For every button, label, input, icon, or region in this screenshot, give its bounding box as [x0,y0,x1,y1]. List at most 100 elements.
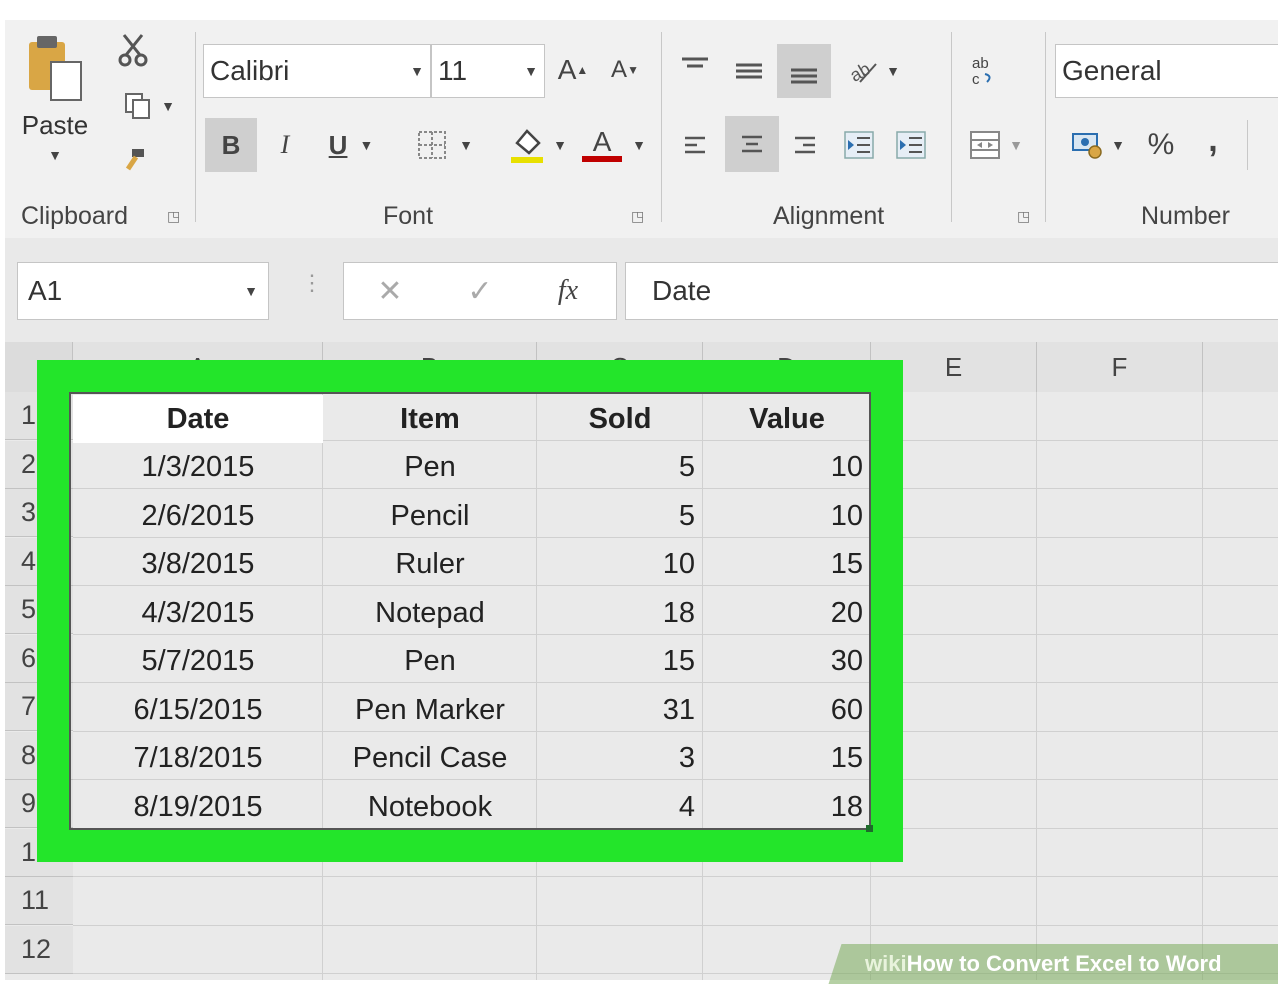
align-right-button[interactable] [783,120,827,170]
gridline [73,876,1278,877]
gridline [73,924,1278,926]
chevron-down-icon: ▼ [1009,137,1023,153]
ribbon-separator [1045,32,1046,222]
alignment-group-label: Alignment [773,202,885,230]
ribbon-separator [195,32,196,222]
borders-button[interactable]: ▼ [407,118,483,172]
font-color-swatch [582,156,623,162]
middle-align-button[interactable] [725,46,773,96]
chevron-down-icon: ▼ [410,63,424,79]
top-align-button[interactable] [673,46,717,90]
underline-button[interactable]: U ▼ [313,118,389,172]
font-dialog-launcher-icon[interactable]: ◳ [631,208,644,225]
align-right-icon [795,136,815,154]
decrease-indent-icon [844,131,874,159]
column-header-f[interactable]: F [1037,342,1203,392]
middle-align-icon [736,63,762,79]
top-align-icon [682,57,708,68]
bottom-align-button[interactable] [777,44,831,98]
ribbon-separator [1247,120,1248,170]
font-name-value: Calibri [210,55,290,86]
bold-icon: B [221,129,241,160]
gridline [1202,392,1203,980]
paste-label: Paste [21,110,89,140]
copy-icon [125,93,151,119]
cut-icon [118,34,148,67]
font-color-button[interactable]: A ▼ [577,118,651,172]
chevron-down-icon: ▼ [632,137,646,153]
insert-function-icon[interactable]: fx [548,269,588,313]
row-header-11[interactable]: 11 [5,877,73,925]
chevron-down-icon: ▼ [524,63,538,79]
ribbon: Paste ▼ ▼ Clipboard ◳ Calibri ▼ 11 ▼ A ▲ … [5,20,1278,238]
gridline [1036,392,1037,980]
comma-style-button[interactable]: , [1191,120,1235,170]
number-format-dropdown[interactable]: General [1055,44,1278,98]
formula-input[interactable]: Date [625,262,1278,320]
column-header-partial[interactable] [1203,342,1278,392]
decrease-indent-button[interactable] [837,120,881,170]
svg-text:c: c [972,71,980,88]
format-painter-button[interactable] [113,140,153,180]
alignment-dialog-launcher-icon[interactable]: ◳ [1017,208,1030,225]
increase-font-size-button[interactable]: A ▲ [553,48,593,92]
fill-color-icon [511,129,544,163]
increase-font-size-icon: A [557,54,577,85]
font-size-value: 11 [438,55,468,86]
font-size-dropdown[interactable]: 11 ▼ [431,44,545,98]
chevron-down-icon: ▼ [886,63,900,79]
watermark-wiki: wiki [865,951,907,976]
number-group-label: Number [1141,202,1230,230]
ribbon-separator [661,32,662,222]
name-box[interactable]: A1 ▼ [17,262,269,320]
clipboard-dialog-launcher-icon[interactable]: ◳ [167,208,180,225]
font-color-glyph: A [592,126,612,157]
italic-icon: I [280,130,290,159]
cancel-entry-icon[interactable]: ✕ [370,269,410,313]
ribbon-separator [951,32,952,222]
chevron-down-icon: ▼ [553,137,567,153]
percent-icon: % [1147,128,1175,161]
decrease-font-size-icon: A [611,56,628,83]
cut-button[interactable] [113,30,153,70]
paste-button[interactable]: Paste ▼ [19,34,91,194]
chevron-down-icon: ▼ [1111,137,1125,153]
increase-indent-button[interactable] [889,120,933,170]
fill-handle[interactable] [866,825,873,832]
wikihow-watermark: wikiHow to Convert Excel to Word [828,944,1278,984]
chevron-down-icon: ▼ [359,137,374,153]
font-group-label: Font [383,202,434,230]
format-painter-icon [125,149,144,171]
bottom-align-icon [791,68,817,84]
fill-color-button[interactable]: ▼ [501,118,575,172]
orientation-button[interactable]: ab ▼ [839,46,909,96]
paste-dropdown-icon: ▼ [48,147,62,163]
decrease-font-size-button[interactable]: A ▼ [605,48,645,92]
underline-icon: U [328,129,348,160]
watermark-text: How to Convert Excel to Word [906,951,1222,976]
chevron-down-icon: ▼ [459,137,473,153]
accounting-format-icon [1072,133,1102,159]
align-left-button[interactable] [673,120,717,170]
italic-button[interactable]: I [261,118,309,172]
formula-bar-grip-icon[interactable]: ⋮ [301,272,323,294]
merge-center-button[interactable]: ▼ [961,120,1031,170]
copy-button[interactable]: ▼ [113,86,185,126]
wrap-text-icon: abc [972,55,991,88]
formula-bar-area: A1 ▼ ⋮ ✕ ✓ fx Date [5,238,1278,342]
orientation-icon: ab [848,58,877,86]
align-center-button[interactable] [725,116,779,172]
table-highlight-box [37,360,903,862]
accounting-format-button[interactable]: ▼ [1057,120,1139,170]
increase-indent-icon [896,131,926,159]
enter-entry-icon[interactable]: ✓ [460,269,500,313]
wrap-text-button[interactable]: ab c [961,46,1005,96]
bold-button[interactable]: B [205,118,257,172]
borders-icon [418,131,447,159]
align-center-icon [742,135,762,153]
percent-style-button[interactable]: % [1139,120,1183,170]
clipboard-group-label: Clipboard [21,202,129,230]
number-format-value: General [1062,55,1162,86]
font-name-dropdown[interactable]: Calibri ▼ [203,44,431,98]
row-header-12[interactable]: 12 [5,925,73,974]
